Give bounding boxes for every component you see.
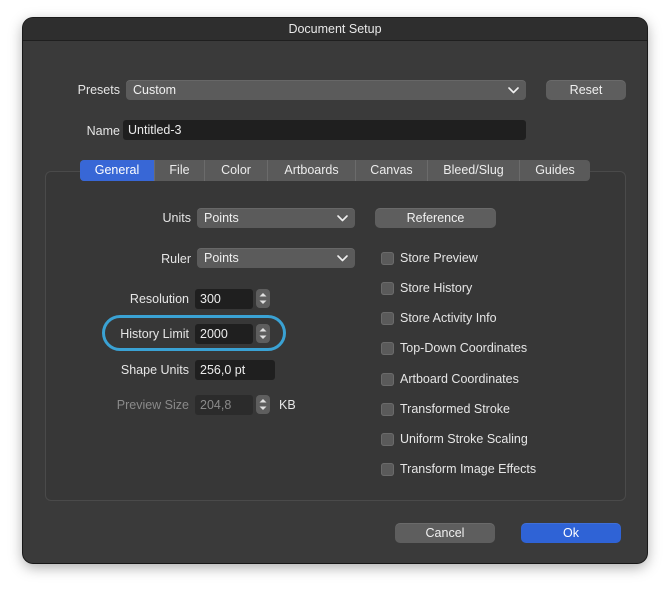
chevron-down-icon xyxy=(508,87,519,94)
tab-artboards[interactable]: Artboards xyxy=(268,160,356,181)
ruler-popup[interactable]: Points xyxy=(197,248,355,268)
uniform-stroke-scaling-label: Uniform Stroke Scaling xyxy=(400,432,528,446)
preview-size-stepper[interactable] xyxy=(256,395,270,414)
transform-image-effects-checkbox[interactable] xyxy=(381,463,394,476)
transformed-stroke-label: Transformed Stroke xyxy=(400,402,510,416)
resolution-field[interactable]: 300 xyxy=(195,289,253,309)
presets-value: Custom xyxy=(133,83,177,97)
transform-image-effects-label: Transform Image Effects xyxy=(400,462,537,476)
store-preview-checkbox[interactable] xyxy=(381,252,394,265)
transformed-stroke-checkbox[interactable] xyxy=(381,403,394,416)
name-label: Name xyxy=(86,124,120,138)
presets-label: Presets xyxy=(77,83,120,97)
store-preview-label: Store Preview xyxy=(400,251,478,265)
preview-size-unit: KB xyxy=(279,398,296,412)
resolution-label: Resolution xyxy=(129,292,189,306)
arrow-up-icon xyxy=(259,293,267,297)
preview-size-field: 204,8 xyxy=(195,395,253,415)
store-history-checkbox[interactable] xyxy=(381,282,394,295)
arrow-down-icon xyxy=(259,300,267,304)
ruler-value: Points xyxy=(204,251,239,265)
ok-button[interactable]: Ok xyxy=(521,523,621,543)
top-down-coordinates-checkbox[interactable] xyxy=(381,342,394,355)
shape-units-label: Shape Units xyxy=(120,363,189,377)
units-label: Units xyxy=(162,211,191,225)
tab-bar: General File Color Artboards Canvas Blee… xyxy=(80,160,590,181)
preview-size-label: Preview Size xyxy=(116,398,189,412)
arrow-down-icon xyxy=(259,406,267,410)
tab-general[interactable]: General xyxy=(80,160,155,181)
resolution-stepper[interactable] xyxy=(256,289,270,308)
shape-units-field[interactable]: 256,0 pt xyxy=(195,360,275,380)
history-limit-highlight-ring xyxy=(102,315,286,351)
arrow-up-icon xyxy=(259,399,267,403)
artboard-coordinates-label: Artboard Coordinates xyxy=(400,372,519,386)
units-value: Points xyxy=(204,211,239,225)
cancel-button[interactable]: Cancel xyxy=(395,523,495,543)
chevron-down-icon xyxy=(337,255,348,262)
tab-bleed-slug[interactable]: Bleed/Slug xyxy=(428,160,520,181)
top-down-coordinates-label: Top-Down Coordinates xyxy=(400,341,528,355)
store-activity-info-checkbox[interactable] xyxy=(381,312,394,325)
ruler-label: Ruler xyxy=(161,252,191,266)
document-setup-dialog: Document Setup Presets Custom Reset Name… xyxy=(23,18,647,563)
store-history-label: Store History xyxy=(400,281,473,295)
tab-guides[interactable]: Guides xyxy=(520,160,590,181)
presets-popup[interactable]: Custom xyxy=(126,80,526,100)
tab-color[interactable]: Color xyxy=(205,160,268,181)
reset-button[interactable]: Reset xyxy=(546,80,626,100)
artboard-coordinates-checkbox[interactable] xyxy=(381,373,394,386)
window-title: Document Setup xyxy=(23,18,647,41)
reference-button[interactable]: Reference xyxy=(375,208,496,228)
store-activity-info-label: Store Activity Info xyxy=(400,311,497,325)
tab-file[interactable]: File xyxy=(155,160,205,181)
tab-canvas[interactable]: Canvas xyxy=(356,160,428,181)
uniform-stroke-scaling-checkbox[interactable] xyxy=(381,433,394,446)
chevron-down-icon xyxy=(337,215,348,222)
name-field[interactable]: Untitled-3 xyxy=(123,120,526,140)
units-popup[interactable]: Points xyxy=(197,208,355,228)
